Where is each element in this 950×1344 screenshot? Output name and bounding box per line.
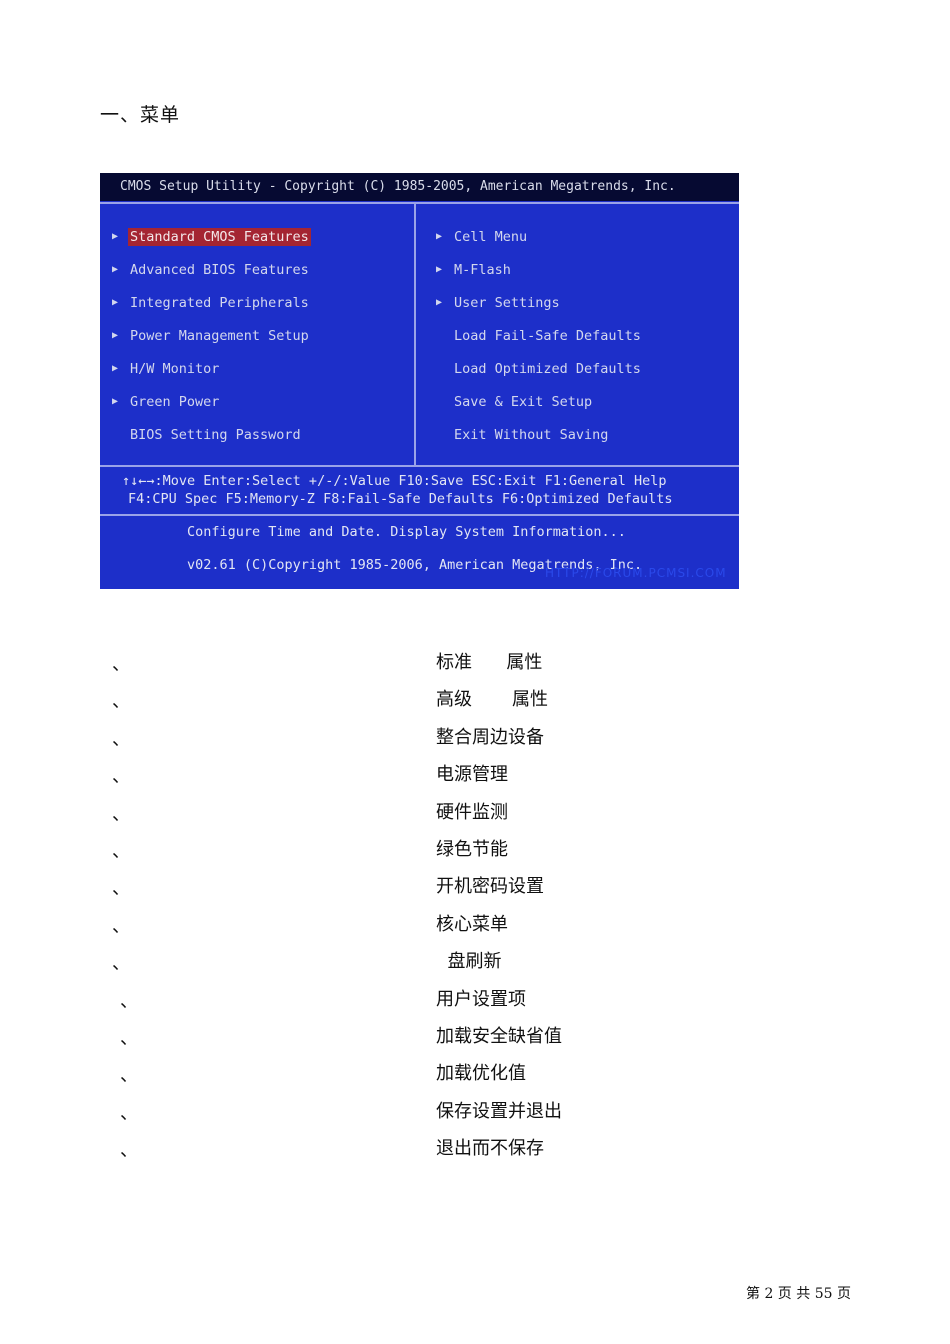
menu-item-bios-password[interactable]: BIOS Setting Password bbox=[112, 423, 311, 456]
arrow-icon: ▶ bbox=[436, 264, 443, 275]
list-item: 、电源管理 bbox=[112, 764, 508, 788]
arrow-icon: ▶ bbox=[112, 396, 119, 407]
menu-item-save-exit[interactable]: Save & Exit Setup bbox=[436, 390, 643, 423]
divider-help-bottom bbox=[100, 514, 739, 516]
menu-item-user-settings[interactable]: ▶ User Settings bbox=[436, 291, 643, 324]
section-heading: 一、菜单 bbox=[100, 104, 181, 126]
arrow-icon: ▶ bbox=[112, 264, 119, 275]
menu-item-m-flash[interactable]: ▶ M-Flash bbox=[436, 258, 643, 291]
bios-screenshot: CMOS Setup Utility - Copyright (C) 1985-… bbox=[100, 173, 739, 589]
list-item: 、高级 属性 bbox=[112, 689, 549, 713]
menu-item-power-management[interactable]: ▶ Power Management Setup bbox=[112, 324, 311, 357]
translation-list: 、标准 属性 、高级 属性 、整合周边设备 、电源管理 、硬件监测 、绿色节能 … bbox=[0, 648, 950, 1171]
arrow-icon: ▶ bbox=[436, 231, 443, 242]
menu-item-integrated-peripherals[interactable]: ▶ Integrated Peripherals bbox=[112, 291, 311, 324]
arrow-icon: ▶ bbox=[112, 363, 119, 374]
list-item: 、退出而不保存 bbox=[120, 1138, 544, 1162]
key-help-line-2: F4:CPU Spec F5:Memory-Z F8:Fail-Safe Def… bbox=[128, 491, 673, 507]
menu-item-cell-menu[interactable]: ▶ Cell Menu bbox=[436, 225, 643, 258]
menu-item-green-power[interactable]: ▶ Green Power bbox=[112, 390, 311, 423]
arrow-icon: ▶ bbox=[436, 297, 443, 308]
arrow-icon: ▶ bbox=[112, 231, 119, 242]
list-item: 、用户设置项 bbox=[120, 988, 526, 1012]
list-item: 、硬件监测 bbox=[112, 801, 508, 825]
bios-title-bar: CMOS Setup Utility - Copyright (C) 1985-… bbox=[100, 173, 739, 201]
item-description: Configure Time and Date. Display System … bbox=[187, 524, 626, 540]
list-item: 、核心菜单 bbox=[112, 913, 508, 937]
menu-item-standard-cmos[interactable]: ▶ Standard CMOS Features bbox=[112, 225, 311, 258]
key-help-line-1: ↑↓←→:Move Enter:Select +/-/:Value F10:Sa… bbox=[122, 473, 667, 489]
arrow-icon: ▶ bbox=[112, 297, 119, 308]
menu-item-exit-without-saving[interactable]: Exit Without Saving bbox=[436, 423, 643, 456]
watermark: HTTP://FORUM.PCMSI.COM bbox=[545, 566, 727, 580]
list-item: 、开机密码设置 bbox=[112, 876, 544, 900]
divider-help-top bbox=[100, 465, 739, 467]
bios-menu-left: ▶ Standard CMOS Features ▶ Advanced BIOS F… bbox=[112, 225, 311, 456]
menu-item-load-fail-safe[interactable]: Load Fail-Safe Defaults bbox=[436, 324, 643, 357]
list-item: 、 盘刷新 bbox=[112, 951, 502, 975]
bios-menu-right: ▶ Cell Menu ▶ M-Flash ▶ User Settings Load … bbox=[436, 225, 643, 456]
page-footer: 第 2 页 共 55 页 bbox=[746, 1286, 851, 1302]
list-item: 、标准 属性 bbox=[112, 652, 543, 675]
list-item: 、绿色节能 bbox=[112, 838, 508, 862]
menu-item-load-optimized[interactable]: Load Optimized Defaults bbox=[436, 357, 643, 390]
list-item: 、加载安全缺省值 bbox=[120, 1025, 562, 1049]
divider-vertical bbox=[414, 204, 416, 466]
menu-item-hw-monitor[interactable]: ▶ H/W Monitor bbox=[112, 357, 311, 390]
list-item: 、保存设置并退出 bbox=[120, 1100, 562, 1124]
arrow-icon: ▶ bbox=[112, 330, 119, 341]
menu-item-advanced-bios[interactable]: ▶ Advanced BIOS Features bbox=[112, 258, 311, 291]
list-item: 、加载优化值 bbox=[120, 1063, 526, 1087]
list-item: 、整合周边设备 bbox=[112, 726, 544, 750]
divider-top bbox=[100, 202, 739, 204]
